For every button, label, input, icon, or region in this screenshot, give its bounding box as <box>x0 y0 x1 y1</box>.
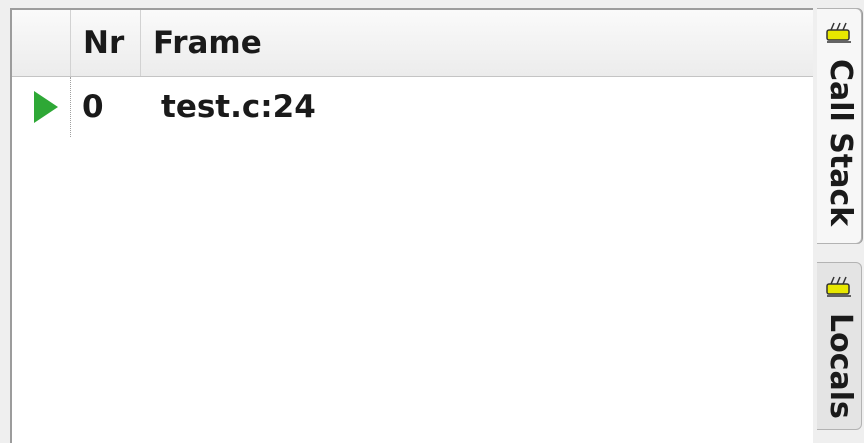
frame-number: 0 <box>82 89 104 125</box>
tab-call-stack[interactable]: Call Stack <box>817 8 862 244</box>
bug-icon <box>826 276 851 297</box>
tab-locals[interactable]: Locals <box>817 262 862 430</box>
tab-call-stack-label: Call Stack <box>823 59 858 227</box>
frame-location: test.c:24 <box>161 89 316 125</box>
play-arrow-icon <box>34 91 58 123</box>
column-header-frame[interactable]: Frame <box>141 10 813 76</box>
table-header: Nr Frame <box>12 10 813 77</box>
debugger-window: Nr Frame 0 test.c:24 Call Stack Locals <box>0 0 864 443</box>
table-row[interactable]: 0 test.c:24 <box>12 77 813 137</box>
bug-icon <box>826 22 851 43</box>
column-header-nr[interactable]: Nr <box>71 10 141 76</box>
call-stack-panel: Nr Frame 0 test.c:24 <box>10 8 813 443</box>
current-frame-marker <box>12 77 71 137</box>
tab-locals-label: Locals <box>823 313 858 419</box>
side-tab-bar: Call Stack Locals <box>817 8 864 443</box>
column-header-marker[interactable] <box>12 10 71 76</box>
